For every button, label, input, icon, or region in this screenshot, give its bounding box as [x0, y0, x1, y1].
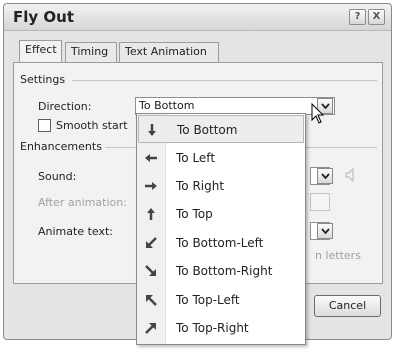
menu-item-to-bottom-left[interactable]: To Bottom-Left [138, 229, 304, 257]
arrow-down-icon [148, 124, 156, 136]
dialog-title: Fly Out [13, 8, 74, 26]
menu-item-label: To Bottom-Right [176, 264, 273, 278]
smooth-start-checkbox[interactable] [38, 119, 51, 132]
menu-item-label: To Top [176, 207, 213, 221]
after-animation-select[interactable] [310, 193, 330, 211]
arrow-up-left-icon [146, 295, 157, 306]
close-button[interactable]: X [368, 9, 385, 25]
arrow-right-icon [145, 182, 157, 190]
tab-text-animation[interactable]: Text Animation [119, 42, 219, 62]
menu-item-to-left[interactable]: To Left [138, 144, 304, 172]
menu-item-label: To Top-Left [176, 293, 240, 307]
help-button[interactable]: ? [349, 9, 366, 25]
sound-label: Sound: [38, 170, 77, 183]
letter-delay-label: n letters [315, 249, 361, 262]
arrow-up-right-icon [145, 323, 156, 334]
arrow-down-left-icon [146, 237, 157, 248]
arrow-up-icon [147, 208, 155, 220]
animate-text-label: Animate text: [38, 225, 114, 238]
menu-item-to-top-left[interactable]: To Top-Left [138, 286, 304, 314]
menu-item-label: To Top-Right [176, 321, 249, 335]
direction-label: Direction: [38, 100, 92, 113]
menu-item-label: To Right [176, 179, 225, 193]
menu-item-label: To Left [176, 151, 216, 165]
menu-item-to-bottom[interactable]: To Bottom [138, 115, 304, 143]
enhancements-group-label: Enhancements [20, 140, 105, 153]
chevron-down-icon [320, 228, 330, 234]
mouse-pointer-icon [311, 103, 325, 124]
cancel-button[interactable]: Cancel [314, 295, 381, 317]
menu-item-label: To Bottom [177, 123, 238, 137]
after-animation-label: After animation: [38, 196, 127, 209]
menu-item-label: To Bottom-Left [176, 236, 264, 250]
menu-item-to-top[interactable]: To Top [138, 200, 304, 228]
speaker-icon[interactable] [344, 167, 358, 183]
animate-text-dropdown-button[interactable] [317, 223, 333, 239]
menu-item-to-top-right[interactable]: To Top-Right [138, 314, 304, 342]
menu-item-to-bottom-right[interactable]: To Bottom-Right [138, 257, 304, 285]
smooth-start-label: Smooth start [56, 119, 128, 132]
tab-effect[interactable]: Effect [19, 40, 62, 62]
direction-dropdown-list: To Bottom To Left To Right To Top To Bot… [136, 113, 306, 345]
title-bar: Fly Out ? X [4, 4, 391, 31]
settings-group-label: Settings [20, 73, 69, 86]
arrow-left-icon [145, 154, 157, 162]
arrow-down-right-icon [145, 265, 156, 276]
settings-divider [72, 80, 377, 81]
menu-item-to-right[interactable]: To Right [138, 172, 304, 200]
sound-dropdown-button[interactable] [317, 168, 333, 184]
chevron-down-icon [320, 173, 330, 179]
tab-timing[interactable]: Timing [65, 42, 117, 62]
